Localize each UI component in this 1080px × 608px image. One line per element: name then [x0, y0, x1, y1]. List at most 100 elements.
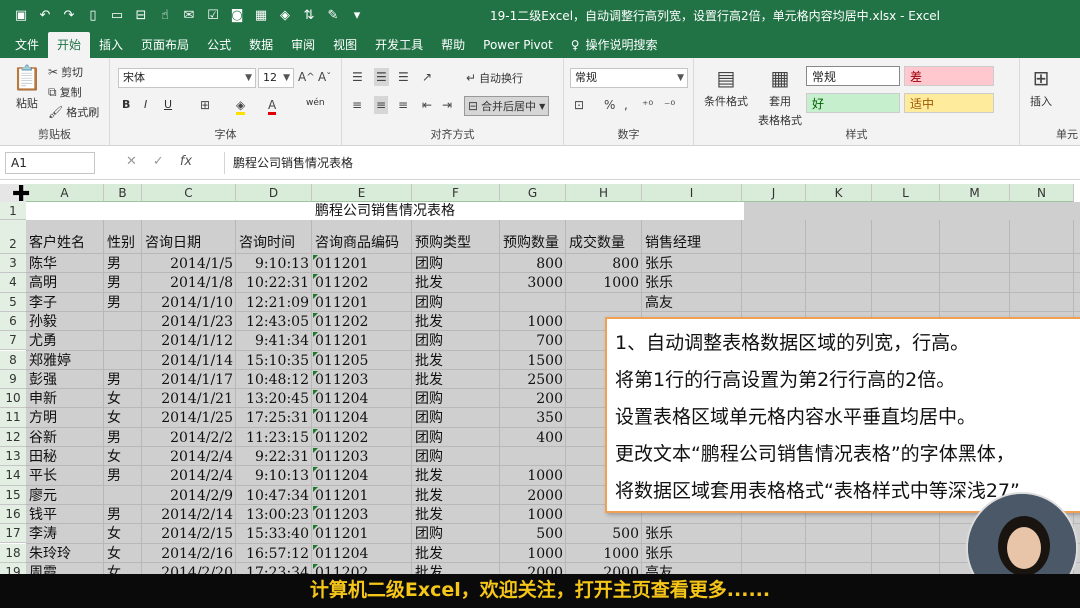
table-cell[interactable]: 女	[104, 545, 142, 563]
tab-file[interactable]: 文件	[6, 32, 48, 58]
header-cell[interactable]: 咨询商品编码	[312, 234, 412, 252]
format-as-table-button[interactable]: ▦ 套用 表格格式	[758, 66, 802, 128]
table-cell[interactable]: 2014/2/16	[142, 545, 236, 563]
underline-button[interactable]: U	[164, 98, 172, 111]
table-cell[interactable]: 彭强	[26, 371, 104, 389]
table-cell[interactable]: 张乐	[642, 545, 742, 563]
decrease-indent-button[interactable]: ⇤	[422, 98, 432, 112]
format-painter-button[interactable]: 🖌 格式刷	[48, 104, 99, 120]
percent-button[interactable]: %	[604, 98, 615, 112]
table-cell[interactable]	[104, 487, 142, 505]
title-cell[interactable]: 鹏程公司销售情况表格	[26, 202, 744, 220]
table-cell[interactable]: 011202	[312, 429, 412, 447]
table-cell[interactable]: 10:48:12	[236, 371, 312, 389]
table-cell[interactable]: 谷新	[26, 429, 104, 447]
table-cell[interactable]: 011204	[312, 545, 412, 563]
merge-center-button[interactable]: ⊟ 合并后居中 ▼	[464, 96, 550, 116]
camera-icon[interactable]: ◙	[226, 4, 248, 26]
table-cell[interactable]: 廖元	[26, 487, 104, 505]
table-cell[interactable]: 男	[104, 274, 142, 292]
table-cell[interactable]	[104, 352, 142, 370]
row-header[interactable]: 6	[0, 311, 26, 332]
wrap-text-button[interactable]: ↵ 自动换行	[466, 70, 523, 86]
table-cell[interactable]: 女	[104, 409, 142, 427]
table-cell[interactable]: 2014/1/14	[142, 352, 236, 370]
table-cell[interactable]: 2014/2/2	[142, 429, 236, 447]
table-cell[interactable]: 011202	[312, 564, 412, 574]
tab-data[interactable]: 数据	[240, 32, 282, 58]
table-cell[interactable]: 1000	[500, 545, 566, 563]
table-cell[interactable]: 男	[104, 255, 142, 273]
open-folder-icon[interactable]: ▭	[106, 4, 128, 26]
cancel-icon[interactable]: ✕	[126, 154, 137, 169]
header-cell[interactable]: 性别	[104, 234, 142, 252]
column-header-f[interactable]: F	[412, 184, 500, 202]
table-cell[interactable]: 批发	[412, 274, 500, 292]
table-cell[interactable]: 1000	[500, 467, 566, 485]
column-header-b[interactable]: B	[104, 184, 142, 202]
header-cell[interactable]: 销售经理	[642, 234, 742, 252]
table-cell[interactable]: 12:43:05	[236, 313, 312, 331]
column-header-k[interactable]: K	[806, 184, 872, 202]
align-center-button[interactable]: ≡	[374, 96, 389, 114]
row-header[interactable]: 7	[0, 331, 26, 351]
table-cell[interactable]: 团购	[412, 332, 500, 350]
currency-button[interactable]: ⊡	[574, 98, 584, 112]
row-header[interactable]: 8	[0, 350, 26, 370]
table-cell[interactable]: 011204	[312, 390, 412, 408]
table-cell[interactable]: 2014/1/25	[142, 409, 236, 427]
table-cell[interactable]: 平长	[26, 467, 104, 485]
table-cell[interactable]: 011201	[312, 294, 412, 312]
table-cell[interactable]: 350	[500, 409, 566, 427]
table-cell[interactable]: 女	[104, 564, 142, 574]
table-cell[interactable]: 13:00:23	[236, 506, 312, 524]
tab-view[interactable]: 视图	[324, 32, 366, 58]
column-header-i[interactable]: I	[642, 184, 742, 202]
header-cell[interactable]: 预购类型	[412, 234, 500, 252]
table-cell[interactable]: 尤勇	[26, 332, 104, 350]
function-icon[interactable]: fx	[180, 154, 192, 169]
table-cell[interactable]: 李子	[26, 294, 104, 312]
table-cell[interactable]: 2014/1/5	[142, 255, 236, 273]
table-cell[interactable]: 2014/1/10	[142, 294, 236, 312]
table-cell[interactable]: 15:33:40	[236, 525, 312, 543]
row-header[interactable]: 9	[0, 369, 26, 390]
table-cell[interactable]: 800	[500, 255, 566, 273]
table-cell[interactable]: 男	[104, 467, 142, 485]
table-cell[interactable]: 2014/1/8	[142, 274, 236, 292]
table-cell[interactable]	[500, 448, 566, 466]
table-cell[interactable]: 团购	[412, 429, 500, 447]
align-middle-button[interactable]: ☰	[374, 68, 389, 86]
grow-font-button[interactable]: A ^	[298, 70, 315, 84]
bold-button[interactable]: B	[122, 98, 130, 111]
tab-power-pivot[interactable]: Power Pivot	[474, 32, 562, 58]
table-cell[interactable]: 团购	[412, 255, 500, 273]
tab-home[interactable]: 开始	[48, 32, 91, 58]
align-left-button[interactable]: ≡	[352, 98, 362, 112]
table-cell[interactable]: 800	[566, 255, 642, 273]
table-cell[interactable]: 2014/1/12	[142, 332, 236, 350]
table-cell[interactable]: 批发	[412, 371, 500, 389]
table-cell[interactable]: 2014/2/15	[142, 525, 236, 543]
table-cell[interactable]: 郑雅婷	[26, 352, 104, 370]
table-cell[interactable]: 200	[500, 390, 566, 408]
table-cell[interactable]: 女	[104, 390, 142, 408]
touch-mode-icon[interactable]: ☝	[154, 4, 176, 26]
copy-button[interactable]: ⧉ 复制	[48, 84, 82, 100]
increase-indent-button[interactable]: ⇥	[442, 98, 452, 112]
row-header[interactable]: 10	[0, 389, 26, 409]
undo-icon[interactable]: ↶	[34, 4, 56, 26]
decrease-decimal-button[interactable]: ⁻⁰	[664, 98, 675, 112]
table-cell[interactable]: 500	[566, 525, 642, 543]
table-cell[interactable]: 1500	[500, 352, 566, 370]
table-cell[interactable]: 朱玲玲	[26, 545, 104, 563]
table-cell[interactable]: 1000	[566, 274, 642, 292]
table-cell[interactable]: 批发	[412, 545, 500, 563]
font-color-button[interactable]: A	[268, 98, 277, 115]
table-cell[interactable]: 1000	[500, 506, 566, 524]
table-cell[interactable]: 15:10:35	[236, 352, 312, 370]
number-format-select[interactable]: 常规 ▼	[570, 68, 688, 88]
table-cell[interactable]: 男	[104, 294, 142, 312]
table-cell[interactable]: 9:22:31	[236, 448, 312, 466]
comma-button[interactable]: ,	[624, 98, 628, 112]
